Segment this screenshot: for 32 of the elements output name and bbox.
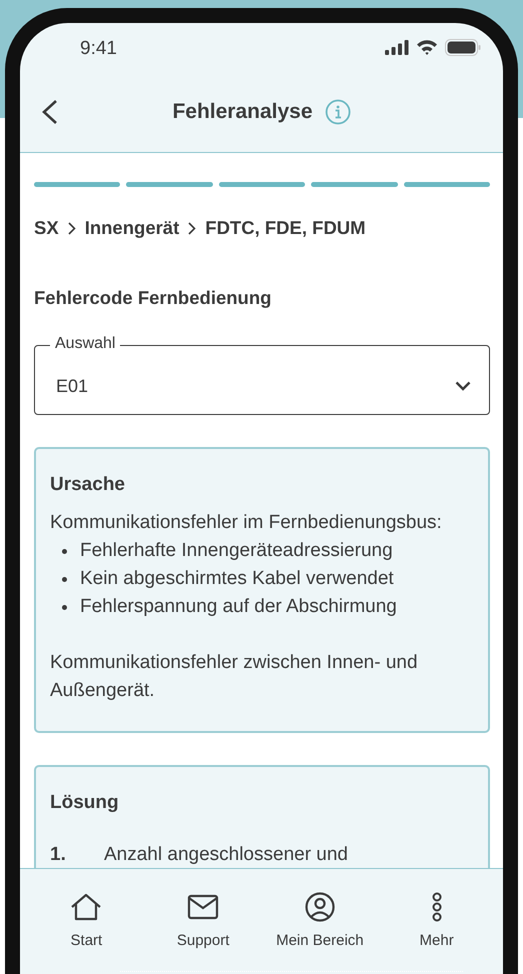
- card-title: Ursache: [50, 473, 126, 497]
- section-title: Fehlercode Fernbedienung: [34, 287, 272, 309]
- battery-icon: [445, 38, 481, 56]
- card-title: Lösung: [50, 791, 120, 815]
- bullet-text: Kein abgeschirmtes Kabel verwendet: [80, 567, 394, 591]
- card-text: Kommunikationsfehler im Fernbedienungsbus:: [50, 511, 443, 535]
- nav-item[interactable]: Mein Bereich: [262, 891, 378, 949]
- home-icon: [70, 893, 102, 921]
- wifi-icon: [416, 39, 438, 55]
- more-icon: [430, 892, 443, 922]
- bullet-text: Fehlerspannung auf der Abschirmung: [80, 595, 397, 619]
- status-time: 9:41: [80, 38, 117, 60]
- chevron-right-icon: [68, 222, 76, 234]
- bullet-icon: [62, 548, 67, 554]
- step-text: Anzahl angeschlossener und: [104, 843, 348, 867]
- screen-title: Fehleranalyse: [172, 100, 313, 124]
- breadcrumb-item[interactable]: SX: [34, 217, 59, 239]
- bullet-icon: [62, 604, 67, 610]
- envelope-icon: [187, 894, 220, 920]
- step-number: 1.: [50, 843, 67, 867]
- nav-item[interactable]: Mehr: [378, 891, 495, 949]
- user-icon: [304, 892, 336, 922]
- nav-item[interactable]: Support: [144, 891, 262, 949]
- chevron-right-icon: [188, 222, 196, 234]
- signal-icon: [385, 40, 409, 54]
- bullet-text: Fehlerhafte Innengeräteadressierung: [80, 539, 393, 563]
- chevron-down-icon: [455, 381, 471, 391]
- bullet-icon: [62, 576, 67, 582]
- breadcrumb-item[interactable]: Innengerät: [84, 217, 180, 239]
- breadcrumb-item[interactable]: FDTC, FDE, FDUM: [205, 217, 366, 239]
- card-text: Kommunikationsfehler zwischen Innen- und Außengerät.: [50, 651, 419, 703]
- nav-item[interactable]: Start: [28, 891, 145, 949]
